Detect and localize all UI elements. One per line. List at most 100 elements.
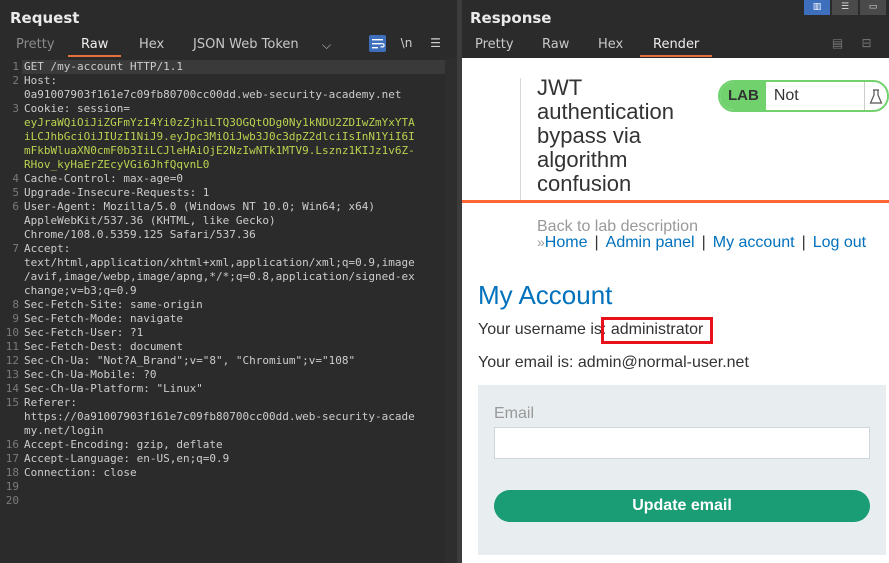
menu-icon[interactable]: ☰ — [427, 35, 444, 52]
flask-icon — [863, 82, 887, 110]
request-line: https://0a91007903f161e7c09fb80700cc00dd… — [24, 410, 415, 423]
lab-status-badge: LAB Not solved — [718, 80, 889, 112]
line-number: 13 — [5, 368, 19, 381]
nav-separator: | — [701, 234, 706, 251]
request-line: my.net/login — [24, 424, 104, 437]
line-number: 9 — [12, 312, 19, 325]
line-number: 4 — [12, 172, 19, 185]
tab-pretty[interactable]: Pretty — [462, 35, 527, 57]
editor-scrollbar[interactable] — [445, 58, 457, 563]
username-highlight-box — [601, 317, 713, 344]
request-line: Sec-Fetch-Mode: navigate — [24, 312, 183, 325]
line-number: 1 — [12, 60, 19, 73]
split-horizontal-icon[interactable]: ▥ — [804, 0, 830, 15]
request-line: Sec-Fetch-Site: same-origin — [24, 298, 203, 311]
request-line: Accept: — [24, 242, 71, 255]
line-number: 8 — [12, 298, 19, 311]
request-line: GET /my-account HTTP/1.1 — [24, 60, 183, 73]
newline-toggle-icon[interactable]: \n — [398, 35, 415, 52]
page-title: My Account — [478, 280, 613, 310]
rendered-page: JWT authentication bypass via algorithm … — [462, 58, 889, 563]
response-tabs: Pretty Raw Hex Render — [462, 35, 889, 57]
email-field[interactable] — [494, 427, 870, 459]
request-line: Accept-Language: en-US,en;q=0.9 — [24, 452, 230, 465]
request-line: text/html,application/xhtml+xml,applicat… — [24, 256, 415, 269]
line-number: 19 — [5, 480, 19, 493]
request-line: Sec-Fetch-Dest: document — [24, 340, 183, 353]
line-number: 14 — [5, 382, 19, 395]
request-line: Cookie: session= — [24, 102, 130, 115]
split-vertical-icon[interactable]: ☰ — [832, 0, 858, 15]
wrap-lines-icon[interactable]: ▤ — [829, 35, 846, 52]
nav-separator: | — [801, 234, 806, 251]
request-line: RHov_kyHaErZEcyVGi6JhfQqvnL0 — [24, 158, 210, 171]
tab-json-web-token[interactable]: JSON Web Token — [180, 35, 312, 57]
response-pane: Response ▥ ☰ ▭ Pretty Raw Hex Render ▤ ⊟… — [462, 0, 889, 563]
tab-hex[interactable]: Hex — [126, 35, 177, 57]
request-tabs: Pretty Raw Hex JSON Web Token ⌵ — [0, 35, 457, 57]
request-line: AppleWebKit/537.36 (KHTML, like Gecko) — [24, 214, 276, 227]
line-number: 7 — [12, 242, 19, 255]
request-line: 0a91007903f161e7c09fb80700cc00dd.web-sec… — [24, 88, 402, 101]
request-line: /avif,image/webp,image/apng,*/*;q=0.8,ap… — [24, 270, 415, 283]
request-line: Upgrade-Insecure-Requests: 1 — [24, 186, 210, 199]
request-pane: Request Pretty Raw Hex JSON Web Token ⌵ … — [0, 0, 457, 563]
line-number: 16 — [5, 438, 19, 451]
email-line: Your email is: admin@normal-user.net — [478, 354, 749, 371]
line-number: 20 — [5, 494, 19, 507]
chevron-down-icon[interactable]: ⌵ — [322, 35, 331, 57]
line-number: 6 — [12, 200, 19, 213]
tab-raw[interactable]: Raw — [529, 35, 582, 57]
request-line: User-Agent: Mozilla/5.0 (Windows NT 10.0… — [24, 200, 375, 213]
request-line: Accept-Encoding: gzip, deflate — [24, 438, 223, 451]
line-number: 10 — [5, 326, 19, 339]
nav-separator: | — [594, 234, 599, 251]
request-line: eyJraWQiOiJiZGFmYzI4Yi0zZjhiLTQ3OGQtODg0… — [24, 116, 415, 129]
update-email-form: Email Update email — [478, 385, 886, 555]
wrap-lines-icon[interactable] — [369, 35, 386, 52]
request-editor[interactable]: 1 GET /my-account HTTP/1.1 2 Host: 0a9100790… — [0, 58, 457, 563]
tab-pretty[interactable]: Pretty — [3, 35, 68, 57]
request-title: Request — [10, 9, 80, 27]
line-number: 15 — [5, 396, 19, 409]
request-line: Sec-Ch-Ua-Mobile: ?0 — [24, 368, 157, 381]
request-line: Sec-Ch-Ua: "Not?A_Brand";v="8", "Chromiu… — [24, 354, 356, 367]
request-line: mFkbWluaXN0cmF0b3IiLCJleHAiOjE2NzIwNTk1M… — [24, 144, 415, 157]
request-line: Cache-Control: max-age=0 — [24, 172, 183, 185]
line-number: 12 — [5, 354, 19, 367]
request-line: Host: — [24, 74, 58, 87]
tab-hex[interactable]: Hex — [585, 35, 636, 57]
lab-title: JWT authentication bypass via algorithm … — [537, 75, 674, 196]
line-number: 2 — [12, 74, 19, 87]
request-line: Sec-Fetch-User: ?1 — [24, 326, 144, 339]
update-email-button[interactable]: Update email — [494, 490, 870, 522]
lab-status: Not solved — [765, 82, 864, 110]
layout-buttons: ▥ ☰ ▭ — [802, 0, 886, 15]
header-divider — [520, 78, 521, 203]
request-line: Referer: — [24, 396, 77, 409]
nav-my-account-link[interactable]: My account — [713, 234, 795, 251]
nav-admin-panel-link[interactable]: Admin panel — [606, 234, 695, 251]
request-line: Connection: close — [24, 466, 137, 479]
line-number: 11 — [5, 340, 19, 353]
nav-home-link[interactable]: Home — [545, 234, 588, 251]
request-line: Sec-Ch-Ua-Platform: "Linux" — [24, 382, 203, 395]
newline-toggle-icon[interactable]: ⊟ — [858, 35, 875, 52]
header-rule — [462, 200, 889, 203]
line-number: 3 — [12, 102, 19, 115]
single-pane-icon[interactable]: ▭ — [860, 0, 886, 15]
request-line: iLCJhbGciOiJIUzI1NiJ9.eyJpc3MiOiJwb3J0c3… — [24, 130, 415, 143]
lab-label: LAB — [720, 82, 766, 110]
nav-log-out-link[interactable]: Log out — [813, 234, 866, 251]
username-prefix: Your username is: — [478, 321, 607, 338]
request-line: change;v=b3;q=0.9 — [24, 284, 137, 297]
tab-render[interactable]: Render — [640, 35, 713, 57]
site-nav: »Home | Admin panel | My account | Log out — [537, 234, 866, 252]
line-number: 5 — [12, 186, 19, 199]
email-label: Email — [494, 405, 535, 422]
double-chevron-icon: » — [537, 234, 545, 250]
request-line: Chrome/108.0.5359.125 Safari/537.36 — [24, 228, 256, 241]
response-title: Response — [470, 9, 552, 27]
line-number: 18 — [5, 466, 19, 479]
tab-raw[interactable]: Raw — [68, 35, 122, 57]
